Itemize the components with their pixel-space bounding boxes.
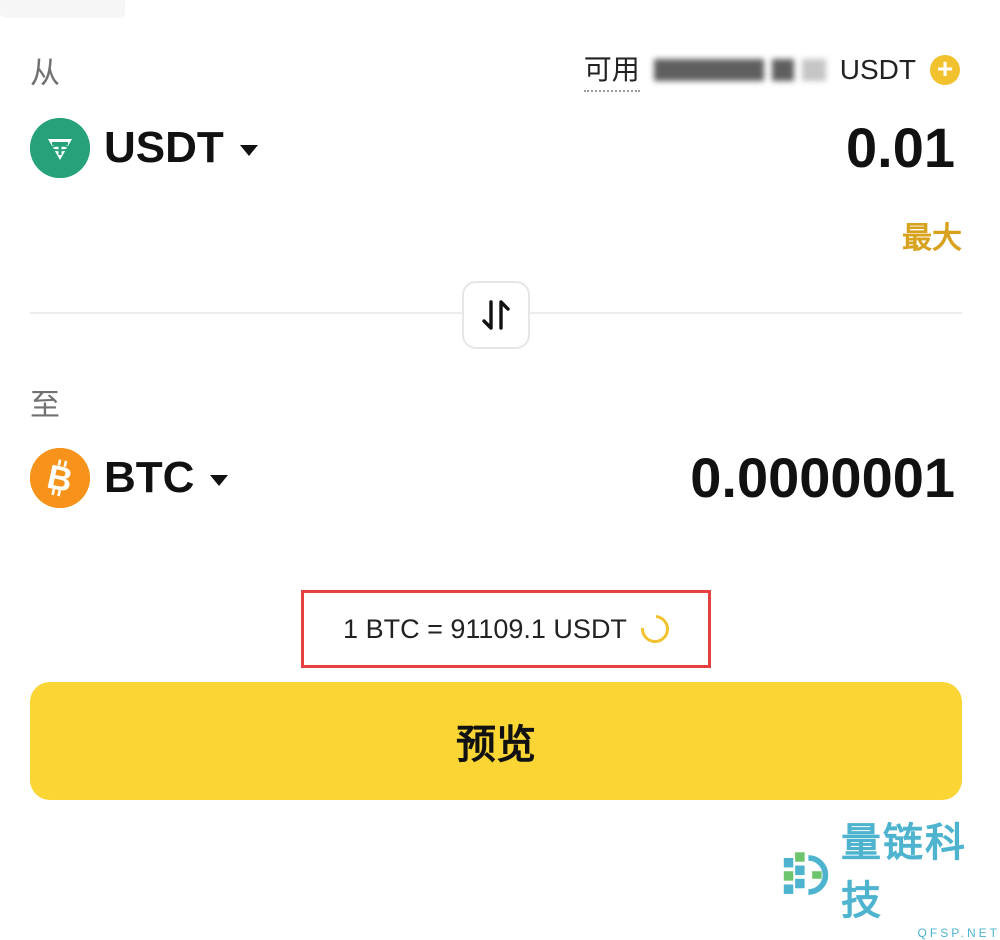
available-currency: USDT (839, 54, 916, 85)
redacted-balance (771, 59, 794, 81)
from-amount-input[interactable]: 0.01 (846, 115, 955, 180)
from-coin-symbol: USDT (104, 123, 224, 172)
to-label: 至 (30, 389, 60, 422)
to-coin-selector[interactable]: B BTC (30, 448, 229, 508)
max-button[interactable]: 最大 (902, 213, 962, 257)
redacted-balance (653, 59, 764, 81)
swap-direction-button[interactable] (462, 281, 530, 349)
watermark: 量链科技 QFSP.NET (780, 810, 1000, 940)
watermark-logo-icon (783, 852, 829, 895)
watermark-subtitle: QFSP.NET (917, 926, 1000, 940)
exchange-rate-text: 1 BTC = 91109.1 USDT (343, 613, 627, 644)
from-coin-selector[interactable]: USDT (30, 118, 258, 178)
chevron-down-icon (239, 144, 258, 156)
available-balance: 可用 USDT + (583, 48, 960, 92)
from-label: 从 (30, 57, 60, 90)
chevron-down-icon (210, 474, 229, 486)
watermark-title: 量链科技 (841, 821, 967, 923)
exchange-rate-highlight: 1 BTC = 91109.1 USDT (301, 590, 711, 668)
to-amount-value: 0.0000001 (690, 446, 955, 509)
available-label[interactable]: 可用 (583, 48, 640, 92)
loading-spinner-icon (635, 609, 675, 649)
bitcoin-icon: B (30, 448, 90, 508)
redacted-balance (801, 59, 826, 81)
add-funds-icon[interactable]: + (930, 55, 960, 85)
tether-icon (30, 118, 90, 178)
swap-arrows-icon (482, 300, 510, 330)
to-coin-symbol: BTC (104, 453, 195, 502)
preview-button[interactable]: 预览 (30, 682, 962, 800)
top-remnant (0, 0, 125, 18)
